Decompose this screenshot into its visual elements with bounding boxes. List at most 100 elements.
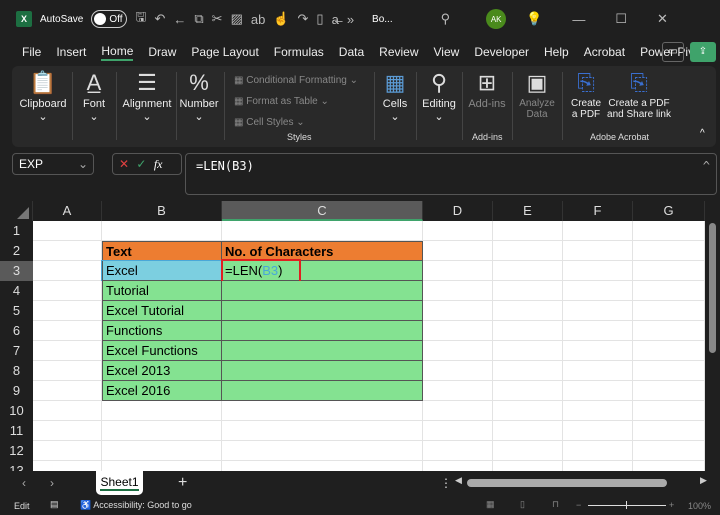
minimize-icon[interactable]: — [572, 12, 585, 27]
picture-icon[interactable]: ▨ [231, 11, 243, 27]
cell-c12[interactable] [222, 441, 423, 461]
cut-icon[interactable]: ✂ [212, 11, 223, 27]
analyze-data-button[interactable]: ▣ Analyze Data [516, 70, 558, 120]
cell-b4[interactable]: Tutorial [102, 281, 222, 301]
horizontal-scrollbar[interactable]: ◀ ▶ [455, 475, 720, 489]
cell-e8[interactable] [493, 361, 563, 381]
cell-c1[interactable] [222, 221, 423, 241]
vertical-scrollbar[interactable] [705, 201, 720, 471]
cell-d4[interactable] [423, 281, 493, 301]
cell-a6[interactable] [33, 321, 102, 341]
cell-g8[interactable] [633, 361, 705, 381]
cell-d1[interactable] [423, 221, 493, 241]
row-header-11[interactable]: 11 [0, 421, 33, 441]
editing-button[interactable]: ⚲ Editing ⌄ [420, 70, 458, 123]
cells-button[interactable]: ▦ Cells ⌄ [378, 70, 412, 123]
tab-formulas[interactable]: Formulas [274, 45, 324, 59]
cell-g12[interactable] [633, 441, 705, 461]
cell-c4[interactable] [222, 281, 423, 301]
touch-icon[interactable]: ☝ [273, 11, 289, 27]
cell-e9[interactable] [493, 381, 563, 401]
cell-e4[interactable] [493, 281, 563, 301]
cell-c13[interactable] [222, 461, 423, 471]
cell-a3[interactable] [33, 261, 102, 281]
row-header-5[interactable]: 5 [0, 301, 33, 321]
formula-input[interactable]: =LEN(B3) ^ [185, 153, 717, 195]
cell-f6[interactable] [563, 321, 633, 341]
column-header-a[interactable]: A [33, 201, 102, 221]
collapse-ribbon-icon[interactable]: ^ [700, 128, 705, 139]
cell-f5[interactable] [563, 301, 633, 321]
undo-icon[interactable]: ↶ [154, 11, 165, 27]
cell-g4[interactable] [633, 281, 705, 301]
cell-d7[interactable] [423, 341, 493, 361]
row-header-10[interactable]: 10 [0, 401, 33, 421]
cell-a1[interactable] [33, 221, 102, 241]
cell-b11[interactable] [102, 421, 222, 441]
number-button[interactable]: % Number ⌄ [178, 70, 220, 123]
cell-a2[interactable] [33, 241, 102, 261]
row-header-7[interactable]: 7 [0, 341, 33, 361]
copy-icon[interactable]: ⧉ [194, 11, 203, 27]
back-icon[interactable]: ← [173, 12, 186, 27]
macro-icon[interactable]: ▤ [50, 499, 59, 510]
column-header-f[interactable]: F [563, 201, 633, 221]
next-sheet-icon[interactable]: › [50, 476, 54, 490]
cell-a8[interactable] [33, 361, 102, 381]
cell-a13[interactable] [33, 461, 102, 471]
maximize-icon[interactable]: ☐ [615, 11, 627, 27]
cell-d10[interactable] [423, 401, 493, 421]
select-all-button[interactable] [0, 201, 33, 221]
prev-sheet-icon[interactable]: ‹ [22, 476, 26, 490]
cell-b3[interactable]: Excel [101, 260, 223, 282]
tab-draw[interactable]: Draw [148, 45, 176, 59]
sheet-tab-sheet1[interactable]: Sheet1 [96, 471, 143, 495]
cell-d13[interactable] [423, 461, 493, 471]
add-sheet-button[interactable]: + [178, 474, 187, 492]
close-icon[interactable]: ✕ [657, 11, 668, 27]
cell-c2[interactable]: No. of Characters [222, 241, 423, 261]
row-header-9[interactable]: 9 [0, 381, 33, 401]
name-box[interactable]: EXP ⌄ [12, 153, 94, 175]
clipboard-button[interactable]: 📋 Clipboard ⌄ [18, 70, 68, 123]
share-button[interactable]: ⇪ [690, 42, 716, 62]
cell-g3[interactable] [633, 261, 705, 281]
cell-f3[interactable] [563, 261, 633, 281]
comments-button[interactable]: ▭ [662, 42, 684, 62]
tab-page-layout[interactable]: Page Layout [191, 45, 258, 59]
tab-help[interactable]: Help [544, 45, 569, 59]
cell-f10[interactable] [563, 401, 633, 421]
font-button[interactable]: A̲ Font ⌄ [74, 70, 114, 123]
cell-d12[interactable] [423, 441, 493, 461]
cell-f7[interactable] [563, 341, 633, 361]
cell-e2[interactable] [493, 241, 563, 261]
cell-a5[interactable] [33, 301, 102, 321]
cell-e11[interactable] [493, 421, 563, 441]
spelling-icon[interactable]: ab [251, 12, 265, 27]
row-header-4[interactable]: 4 [0, 281, 33, 301]
row-header-3[interactable]: 3 [0, 261, 33, 281]
cell-e3[interactable] [493, 261, 563, 281]
cell-b9[interactable]: Excel 2016 [102, 381, 222, 401]
cell-f13[interactable] [563, 461, 633, 471]
row-header-6[interactable]: 6 [0, 321, 33, 341]
cell-d2[interactable] [423, 241, 493, 261]
cell-f8[interactable] [563, 361, 633, 381]
worksheet-grid[interactable]: A B C D E F G 1 2 Text No. of Characters 3 Excel =LEN… [0, 201, 705, 471]
row-header-2[interactable]: 2 [0, 241, 33, 261]
new-icon[interactable]: ▯ [316, 11, 323, 27]
create-pdf-share-button[interactable]: ⎘ Create a PDF and Share link [606, 70, 672, 120]
avatar[interactable]: AK [486, 9, 507, 29]
cell-d3[interactable] [423, 261, 493, 281]
cell-b6[interactable]: Functions [102, 321, 222, 341]
cell-c8[interactable] [222, 361, 423, 381]
cell-e6[interactable] [493, 321, 563, 341]
cell-d9[interactable] [423, 381, 493, 401]
cell-g13[interactable] [633, 461, 705, 471]
page-layout-view-icon[interactable]: ▯ [520, 499, 525, 510]
cell-styles-button[interactable]: ▦ Cell Styles ⌄ [234, 112, 358, 133]
cell-a10[interactable] [33, 401, 102, 421]
cell-g10[interactable] [633, 401, 705, 421]
cell-e10[interactable] [493, 401, 563, 421]
cell-f2[interactable] [563, 241, 633, 261]
